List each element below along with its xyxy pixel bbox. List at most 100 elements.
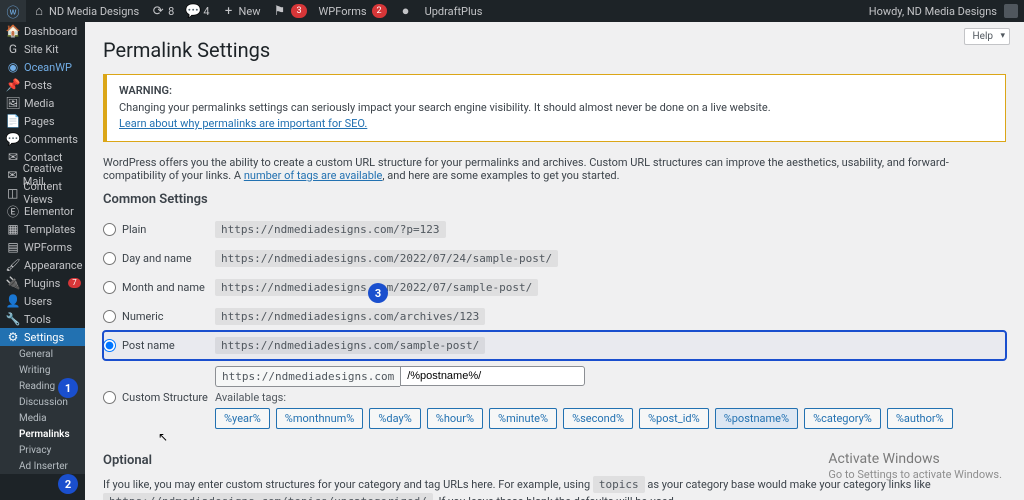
menu-icon: 👤 xyxy=(7,294,19,308)
sidebar-item-tools[interactable]: 🔧Tools xyxy=(0,310,85,328)
site-name: ND Media Designs xyxy=(49,5,139,18)
sidebar-item-appearance[interactable]: 🖌Appearance xyxy=(0,256,85,274)
structure-option-custom[interactable]: Custom Structure xyxy=(103,391,215,404)
submenu-item-writing[interactable]: Writing xyxy=(12,362,85,378)
new-link[interactable]: +New xyxy=(216,0,267,22)
sidebar-item-media[interactable]: 🖼 Media xyxy=(0,94,85,112)
menu-icon: Ⓔ xyxy=(7,203,19,220)
sidebar-item-users[interactable]: 👤 Users xyxy=(0,292,85,310)
sidebar-item-pages[interactable]: 📄Pages xyxy=(0,112,85,130)
menu-label: Pages xyxy=(24,115,55,128)
structure-radio-monthname[interactable] xyxy=(103,281,116,294)
menu-label: Posts xyxy=(24,79,52,92)
custom-structure-input[interactable] xyxy=(400,366,585,386)
structure-radio-numeric[interactable] xyxy=(103,310,116,323)
sidebar-item-oceanwp[interactable]: ◉OceanWP xyxy=(0,58,85,76)
submenu-item-ad-inserter[interactable]: Ad Inserter xyxy=(12,458,85,474)
submenu-item-media[interactable]: Media xyxy=(12,410,85,426)
howdy-link[interactable]: Howdy, ND Media Designs xyxy=(863,0,1024,22)
available-tags: %year% %monthnum%%day% %hour% %minute% %seco… xyxy=(215,408,1006,429)
wpforms-link[interactable]: WPForms2 xyxy=(313,0,393,22)
sidebar-item-comments[interactable]: 💬Comments4 xyxy=(0,130,85,148)
submenu-label: Reading xyxy=(19,381,55,392)
structure-radio-plain[interactable] xyxy=(103,223,116,236)
tag-minute[interactable]: %minute% xyxy=(489,408,557,429)
activate-windows-watermark: Activate Windows Go to Settings to activ… xyxy=(828,450,1002,482)
submenu-item-permalinks[interactable]: Permalinks xyxy=(12,426,85,442)
sidebar-item-content-views[interactable]: ◫Content Views xyxy=(0,184,85,202)
submenu-label: Discussion xyxy=(19,397,68,408)
structure-row-plain: Plainhttps://ndmediadesigns.com/?p=123 xyxy=(103,215,1006,244)
tag-postname[interactable]: %postname% xyxy=(715,408,798,429)
submenu-label: Privacy xyxy=(19,445,51,456)
menu-icon: 🔧 xyxy=(7,312,19,326)
tag-monthnum[interactable]: %monthnum% xyxy=(276,408,364,429)
menu-label: OceanWP xyxy=(24,61,72,74)
structure-label: Month and name xyxy=(122,281,205,294)
structure-option-postname[interactable]: Post name xyxy=(103,339,215,352)
menu-badge: 7 xyxy=(68,278,81,288)
plus-icon: + xyxy=(222,4,236,19)
updates-link[interactable]: ⟳8 xyxy=(145,0,180,22)
tag-day[interactable]: %day% xyxy=(369,408,420,429)
permalink-structures: Plainhttps://ndmediadesigns.com/?p=123Da… xyxy=(103,215,1006,435)
structure-radio-custom[interactable] xyxy=(103,391,116,404)
sidebar-item-posts[interactable]: 📌Posts xyxy=(0,76,85,94)
structure-option-numeric[interactable]: Numeric xyxy=(103,310,215,323)
submenu-label: Writing xyxy=(19,365,50,376)
sidebar-item-wpforms[interactable]: ▤WPForms xyxy=(0,238,85,256)
tag-year[interactable]: %year% xyxy=(215,408,270,429)
menu-icon: ✉ xyxy=(7,168,18,182)
tags-help-link[interactable]: number of tags are available xyxy=(244,169,383,182)
menu-label: Plugins xyxy=(24,277,60,290)
menu-label: Users xyxy=(24,295,52,308)
tag-post_id[interactable]: %post_id% xyxy=(639,408,709,429)
avatar-icon xyxy=(1004,4,1018,18)
custom-base: https://ndmediadesigns.com xyxy=(215,366,400,387)
annotation-marker-1: 1 xyxy=(58,378,78,398)
home-icon: ⌂ xyxy=(32,3,46,19)
notify[interactable]: ⚑3 xyxy=(266,0,312,22)
sidebar-item-site-kit[interactable]: GSite Kit xyxy=(0,40,85,58)
menu-label: Settings xyxy=(24,331,64,344)
tag-second[interactable]: %second% xyxy=(563,408,633,429)
menu-label: WPForms xyxy=(24,241,72,254)
submenu-item-general[interactable]: General xyxy=(12,346,85,362)
wp-logo[interactable]: ⓦ xyxy=(0,0,26,22)
submenu-label: Ad Inserter xyxy=(19,461,68,472)
help-tab[interactable]: Help xyxy=(964,28,1010,45)
tag-category[interactable]: %category% xyxy=(804,408,881,429)
structure-radio-dayname[interactable] xyxy=(103,252,116,265)
menu-label: Media xyxy=(24,97,54,110)
submenu-item-privacy[interactable]: Privacy xyxy=(12,442,85,458)
structure-row-dayname: Day and namehttps://ndmediadesigns.com/2… xyxy=(103,244,1006,273)
menu-label: Templates xyxy=(24,223,75,236)
updraft-link[interactable]: UpdraftPlus xyxy=(419,0,489,22)
annotation-marker-3: 3 xyxy=(368,283,388,303)
structure-sample: https://ndmediadesigns.com/sample-post/ xyxy=(215,337,485,354)
structure-option-monthname[interactable]: Month and name xyxy=(103,281,215,294)
structure-option-dayname[interactable]: Day and name xyxy=(103,252,215,265)
update-icon: ⟳ xyxy=(151,4,165,19)
comments-count: 4 xyxy=(203,5,209,18)
submenu-item-discussion[interactable]: Discussion xyxy=(12,394,85,410)
notify-badge: 3 xyxy=(291,4,306,18)
sidebar-item-plugins[interactable]: 🔌Plugins7 xyxy=(0,274,85,292)
warning-link[interactable]: Learn about why permalinks are important… xyxy=(119,117,367,130)
menu-icon: 🖼 xyxy=(7,96,19,110)
sidebar-item-dashboard[interactable]: 🏠Dashboard xyxy=(0,22,85,40)
sidebar-item-elementor[interactable]: ⒺElementor xyxy=(0,202,85,220)
site-link[interactable]: ⌂ND Media Designs xyxy=(26,0,145,22)
sidebar-item-templates[interactable]: ▦ Templates xyxy=(0,220,85,238)
tags-label: Available tags: xyxy=(215,391,1006,404)
submenu-label: Media xyxy=(19,413,47,424)
structure-option-plain[interactable]: Plain xyxy=(103,223,215,236)
sidebar-item-settings[interactable]: ⚙Settings xyxy=(0,328,85,346)
structure-radio-postname[interactable] xyxy=(103,339,116,352)
comments-link[interactable]: 💬4 xyxy=(180,0,215,22)
extra[interactable]: ● xyxy=(393,0,419,22)
menu-icon: ▦ xyxy=(7,222,19,236)
updraft-label: UpdraftPlus xyxy=(425,5,483,18)
tag-hour[interactable]: %hour% xyxy=(427,408,483,429)
tag-author[interactable]: %author% xyxy=(887,408,953,429)
